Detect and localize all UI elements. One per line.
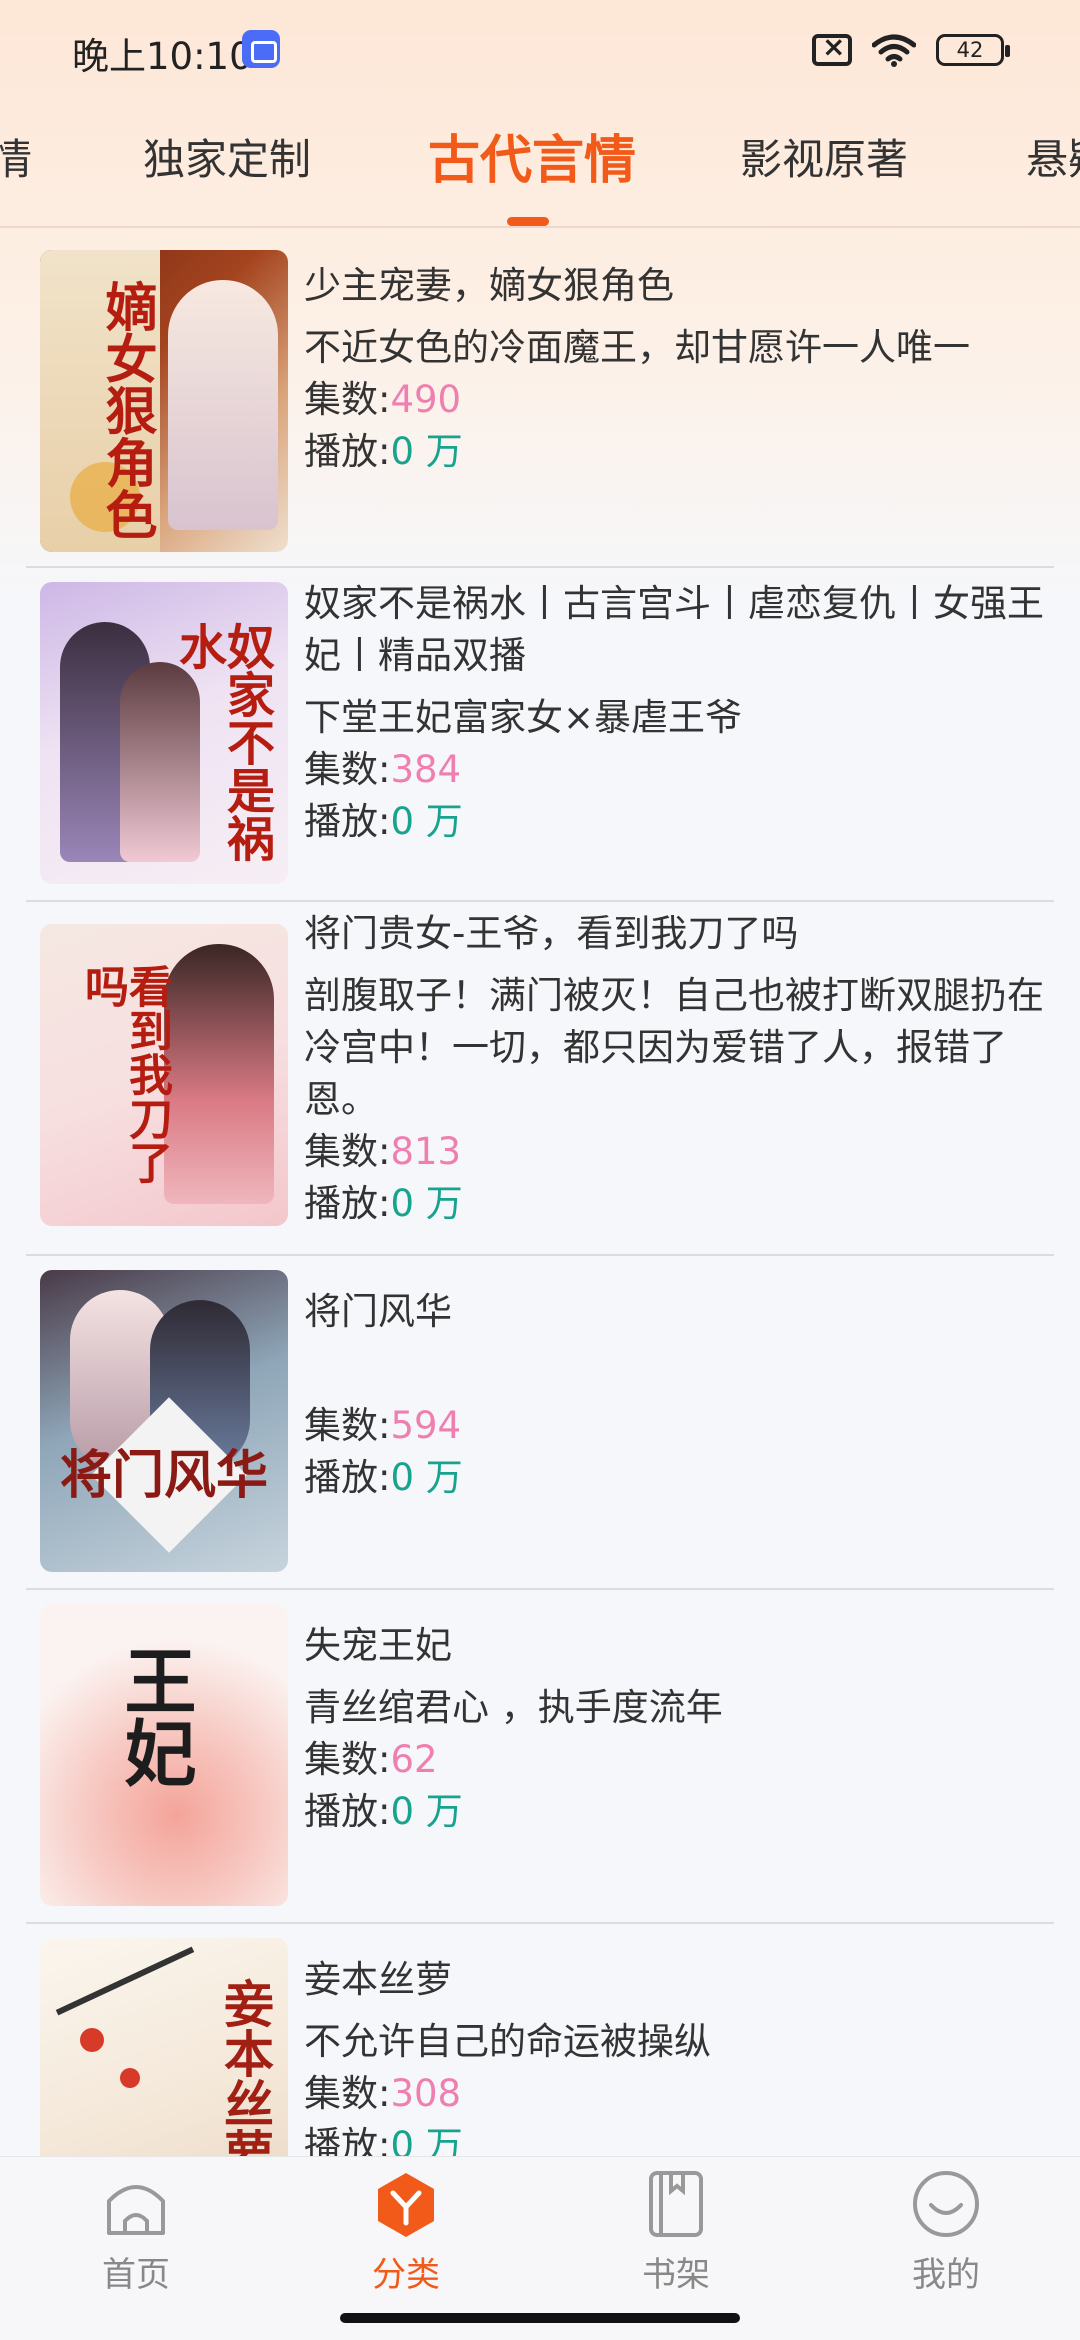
play-count: 播放:0 万 [304,1182,463,1225]
play-value: 0 [390,1790,415,1833]
category-tabs: 情 独家定制 古代言情 影视原著 悬疑 [0,100,1080,230]
book-cover[interactable]: 妾本丝萝 [40,1938,288,2156]
episode-count: 集数:384 [304,748,462,791]
play-value: 0 [390,430,415,473]
battery-icon: 42 [936,34,1010,66]
home-icon [107,2185,165,2235]
episode-count: 集数:490 [304,378,462,421]
book-title: 妾本丝萝 [304,1958,452,2001]
tab-exclusive[interactable]: 独家定制 [143,126,311,187]
nav-home-label: 首页 [102,2255,170,2295]
book-description: 下堂王妃富家女×暴虐王爷 [304,696,743,739]
book-cover[interactable]: 奴家不是祸水 [40,582,288,884]
tab-suspense-partial[interactable]: 悬疑 [1026,126,1080,187]
book-description [304,1348,1048,1400]
cover-title: 嫡女狠角色 [96,280,157,540]
book-cover[interactable]: 嫡女狠角色 [40,250,288,552]
nav-category[interactable]: 分类 [316,2169,496,2296]
smile-icon [913,2171,979,2237]
book-info: 失宠王妃 青丝绾君心 ，执手度流年 集数:62 播放:0 万 [304,1620,1048,1838]
book-title: 少主宠妻，嫡女狠角色 [304,264,674,307]
tabs-divider [0,226,1080,228]
list-item[interactable]: 奴家不是祸水 奴家不是祸水丨古言宫斗丨虐恋复仇丨女强王妃丨精品双播 下堂王妃富家… [26,568,1054,902]
list-item[interactable]: 将门风华 将门风华 集数:594 播放:0 万 [26,1256,1054,1590]
no-sim-icon [812,30,852,66]
book-info: 将门贵女-王爷，看到我刀了吗 剖腹取子！满门被灭！自己也被打断双腿扔在冷宫中！一… [304,908,1048,1230]
list-item[interactable]: 嫡女狠角色 少主宠妻，嫡女狠角色 不近女色的冷面魔王，却甘愿许一人唯一 集数:4… [26,230,1054,568]
book-cover[interactable]: 将门风华 [40,1270,288,1572]
status-time: 晚上10:10 [72,35,253,78]
bookshelf-icon [649,2171,703,2237]
play-count: 播放:0 万 [304,800,463,843]
episode-value: 490 [390,378,462,421]
wifi-icon [872,33,916,67]
nav-category-label: 分类 [372,2255,440,2295]
status-bar: 晚上10:10 42 [0,0,1080,100]
episode-count: 集数:594 [304,1404,462,1447]
book-list: 嫡女狠角色 少主宠妻，嫡女狠角色 不近女色的冷面魔王，却甘愿许一人唯一 集数:4… [26,230,1054,2156]
book-description: 青丝绾君心 ，执手度流年 [304,1686,723,1729]
status-icons: 42 [812,30,1010,70]
cover-title: 王妃 [112,1644,197,1788]
episode-value: 384 [390,748,462,791]
episode-value: 62 [390,1738,438,1781]
play-value: 0 [390,1182,415,1225]
book-cover[interactable]: 看到我刀了吗 [40,924,288,1226]
list-item[interactable]: 看到我刀了吗 将门贵女-王爷，看到我刀了吗 剖腹取子！满门被灭！自己也被打断双腿… [26,902,1054,1256]
book-title: 奴家不是祸水丨古言宫斗丨虐恋复仇丨女强王妃丨精品双播 [304,582,1044,677]
nav-profile-label: 我的 [912,2255,980,2295]
play-value: 0 [390,1456,415,1499]
book-description: 剖腹取子！满门被灭！自己也被打断双腿扔在冷宫中！一切，都只因为爱错了人，报错了恩… [304,974,1044,1121]
nav-bookshelf-label: 书架 [642,2255,710,2295]
book-info: 将门风华 集数:594 播放:0 万 [304,1286,1048,1504]
episode-value: 813 [390,1130,462,1173]
play-value: 0 [390,800,415,843]
category-icon [378,2173,434,2237]
play-count: 播放:0 万 [304,2120,1048,2156]
active-tab-indicator [507,217,549,226]
cover-title: 妾本丝萝 [216,1978,275,2156]
cover-title: 将门风华 [60,1445,269,1506]
episode-count: 集数:62 [304,1738,438,1781]
episode-count: 集数:308 [304,2072,462,2115]
book-info: 妾本丝萝 不允许自己的命运被操纵 集数:308 播放:0 万 [304,1954,1048,2156]
book-title: 失宠王妃 [304,1624,452,1667]
play-count: 播放:0 万 [304,430,463,473]
book-title: 将门风华 [304,1290,452,1333]
home-indicator[interactable] [340,2313,740,2323]
play-value: 0 [390,2124,415,2156]
episode-value: 594 [390,1404,462,1447]
nav-profile[interactable]: 我的 [856,2169,1036,2296]
book-info: 奴家不是祸水丨古言宫斗丨虐恋复仇丨女强王妃丨精品双播 下堂王妃富家女×暴虐王爷 … [304,578,1048,848]
list-item[interactable]: 王妃 失宠王妃 青丝绾君心 ，执手度流年 集数:62 播放:0 万 [26,1590,1054,1924]
cover-title: 看到我刀了吗 [77,964,172,1184]
episode-value: 308 [390,2072,462,2115]
book-description: 不近女色的冷面魔王，却甘愿许一人唯一 [304,326,970,369]
book-description: 不允许自己的命运被操纵 [304,2020,711,2063]
book-info: 少主宠妻，嫡女狠角色 不近女色的冷面魔王，却甘愿许一人唯一 集数:490 播放:… [304,260,1048,478]
list-item[interactable]: 妾本丝萝 妾本丝萝 不允许自己的命运被操纵 集数:308 播放:0 万 [26,1924,1054,2156]
play-count: 播放:0 万 [304,1790,463,1833]
app-notification-icon [242,30,280,68]
cover-title: 奴家不是祸水 [170,622,274,862]
book-title: 将门贵女-王爷，看到我刀了吗 [304,912,799,955]
tab-ancient-romance[interactable]: 古代言情 [428,118,636,193]
nav-bookshelf[interactable]: 书架 [586,2169,766,2296]
play-count: 播放:0 万 [304,1456,463,1499]
tab-film-original[interactable]: 影视原著 [740,126,908,187]
book-cover[interactable]: 王妃 [40,1604,288,1906]
episode-count: 集数:813 [304,1130,462,1173]
tab-romance-partial[interactable]: 情 [0,126,32,187]
nav-home[interactable]: 首页 [46,2169,226,2296]
